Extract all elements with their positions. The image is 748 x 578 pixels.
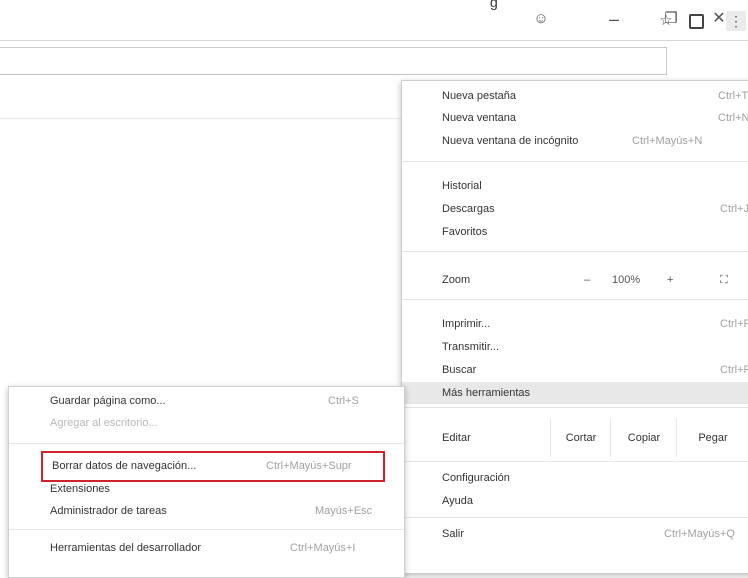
shortcut-label: Ctrl+T [718,90,748,102]
shortcut-label: Ctrl+Mayús+N [632,135,703,147]
window-title: g [490,0,498,10]
menu-item-developer-tools[interactable]: Herramientas del desarrollador Ctrl+Mayú… [50,537,390,559]
menu-item-label: Administrador de tareas [50,505,167,517]
minimize-icon[interactable]: – [601,8,627,30]
menu-separator [402,407,748,408]
shortcut-label: Ctrl+Mayús+I [290,542,356,554]
menu-separator [402,299,748,300]
menu-item-label: Agregar al escritorio... [50,417,158,429]
menu-item-label: Configuración [442,472,510,484]
menu-item-label: Guardar página como... [50,395,166,407]
menu-item-label: Historial [442,180,482,192]
menu-item-incognito[interactable]: Nueva ventana de incógnito Ctrl+Mayús+N [442,130,748,152]
shortcut-label: Mayús+Esc [315,505,373,517]
menu-item-label: Buscar [442,364,477,376]
menu-separator [402,251,748,252]
shortcut-label: Ctrl+J [720,203,748,215]
shortcut-label: Ctrl+Mayús+Q [664,528,735,540]
menu-item-label: Zoom [442,274,471,286]
menu-item-label: Nueva pestaña [442,90,516,102]
cut-button[interactable]: Cortar [550,419,611,457]
menu-item-downloads[interactable]: Descargas Ctrl+J [442,198,748,220]
menu-item-new-window[interactable]: Nueva ventana Ctrl+N [442,107,748,129]
menu-item-label: Transmitir... [442,341,500,353]
extension-icon[interactable] [686,11,706,31]
menu-item-print[interactable]: Imprimir... Ctrl+P [442,313,748,335]
fullscreen-icon[interactable]: ⛶ [720,269,728,291]
menu-item-new-tab[interactable]: Nueva pestaña Ctrl+T [442,85,748,107]
menu-item-save-page[interactable]: Guardar página como... Ctrl+S [50,390,390,412]
browser-toolbar [0,40,748,81]
menu-item-label: Salir [442,528,465,540]
menu-item-more-tools[interactable]: Más herramientas ▸ [402,382,748,404]
menu-item-label: Imprimir... [442,318,491,330]
highlight-annotation-box [41,451,385,482]
menu-item-exit[interactable]: Salir Ctrl+Mayús+Q [442,523,748,545]
more-tools-submenu: Guardar página como... Ctrl+S Agregar al… [8,386,405,578]
paste-button[interactable]: Pegar [676,419,748,457]
menu-item-settings[interactable]: Configuración [442,467,748,489]
shortcut-label: Ctrl+N [718,112,748,124]
title-bar: g ☺ – ❐ ✕ [0,0,748,38]
menu-item-zoom: Zoom – 100% + ⛶ [442,269,748,291]
menu-item-add-to-desktop: Agregar al escritorio... [50,412,390,434]
menu-item-cast[interactable]: Transmitir... [442,336,748,358]
menu-separator [9,443,404,444]
menu-item-help[interactable]: Ayuda ▸ [442,490,748,512]
zoom-in-button[interactable]: + [667,269,673,291]
menu-row-edit: Editar Cortar Copiar Pegar [402,419,748,457]
menu-item-label: Ayuda [442,495,473,507]
kebab-menu-icon[interactable]: ⋮ [726,11,746,31]
shortcut-label: Ctrl+P [720,318,748,330]
menu-item-label: Herramientas del desarrollador [50,542,202,554]
zoom-level: 100% [612,274,641,286]
profile-icon[interactable]: ☺ [528,8,554,30]
zoom-out-button[interactable]: – [584,269,590,291]
copy-button[interactable]: Copiar [610,419,677,457]
chrome-main-menu: Nueva pestaña Ctrl+T Nueva ventana Ctrl+… [401,80,748,574]
menu-item-label: Descargas [442,203,495,215]
content-divider [0,118,402,119]
menu-separator [9,529,404,530]
menu-item-label: Editar [442,432,471,444]
menu-item-task-manager[interactable]: Administrador de tareas Mayús+Esc [50,500,390,522]
menu-separator [402,517,748,518]
address-bar[interactable] [0,47,667,75]
menu-item-label: Nueva ventana [442,112,516,124]
shortcut-label: Ctrl+S [328,395,359,407]
shortcut-label: Ctrl+F [720,364,748,376]
menu-item-history[interactable]: Historial ▸ [442,175,748,197]
menu-item-label: Nueva ventana de incógnito [442,135,579,147]
menu-separator [402,461,748,462]
menu-item-find[interactable]: Buscar Ctrl+F [442,359,748,381]
star-icon[interactable]: ☆ [656,11,676,31]
menu-separator [402,161,748,162]
menu-item-label: Favoritos [442,226,488,238]
menu-item-label: Más herramientas [442,387,531,399]
menu-item-bookmarks[interactable]: Favoritos ▸ [442,221,748,243]
